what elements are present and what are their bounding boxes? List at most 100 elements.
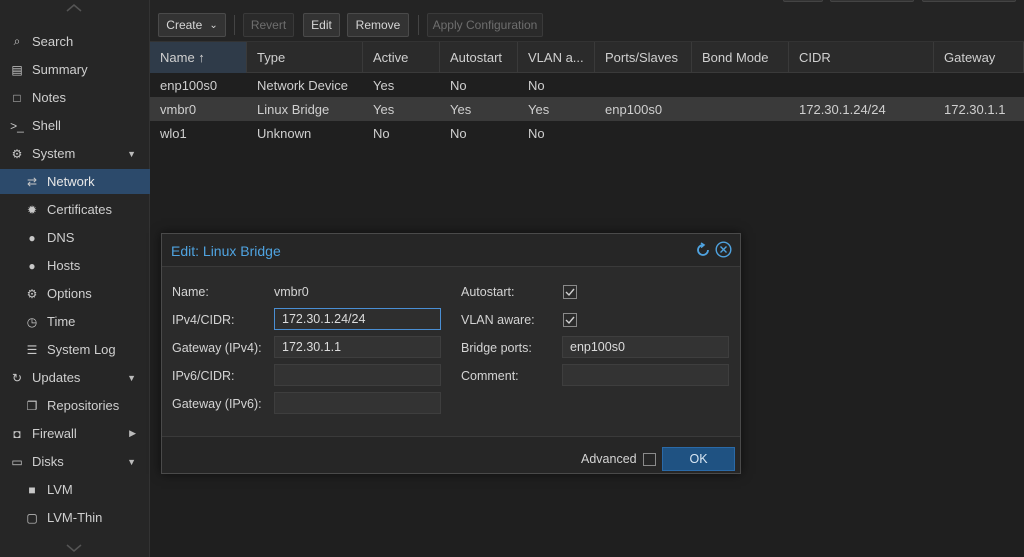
column-header[interactable]: Ports/Slaves <box>595 42 692 73</box>
ipv6-cidr-input[interactable] <box>274 364 441 386</box>
ok-label: OK <box>689 452 708 466</box>
vlan-aware-checkbox[interactable] <box>563 313 577 327</box>
column-header[interactable]: Type <box>247 42 363 73</box>
exchange-icon: ⇄ <box>26 174 38 189</box>
sidebar-item-updates[interactable]: ↻ Updates ▼ <box>0 365 150 390</box>
table-cell <box>934 73 1024 97</box>
sidebar-item-firewall[interactable]: ◘ Firewall ▶ <box>0 421 150 446</box>
chevron-down-icon[interactable]: ▼ <box>127 457 136 467</box>
list-icon: ☰ <box>26 342 38 357</box>
gear-icon: ⚙ <box>26 286 38 301</box>
revert-label: Revert <box>250 18 287 32</box>
top-button-stub[interactable] <box>783 0 823 2</box>
comment-input[interactable] <box>562 364 729 386</box>
table-cell: vmbr0 <box>160 101 197 117</box>
autostart-checkbox[interactable] <box>563 285 577 299</box>
table-cell <box>934 121 1024 145</box>
sidebar-item-network[interactable]: ⇄ Network <box>0 169 150 194</box>
sidebar-item-label: Repositories <box>47 398 120 413</box>
sidebar-item-shell[interactable]: >_ Shell <box>0 113 150 138</box>
ipv6-label: IPv6/CIDR: <box>172 369 235 383</box>
remove-button[interactable]: Remove <box>347 13 409 37</box>
vlan-aware-label: VLAN aware: <box>461 313 535 327</box>
sidebar-item-search[interactable]: ⌕ Search <box>0 29 150 54</box>
chevron-down-icon: ⌄ <box>209 19 218 31</box>
column-header[interactable]: Bond Mode <box>692 42 789 73</box>
clock-icon: ◷ <box>26 314 38 329</box>
scroll-down-icon[interactable] <box>64 542 84 554</box>
reset-icon[interactable] <box>695 242 711 258</box>
create-button[interactable]: Create ⌄ <box>158 13 226 37</box>
sidebar-item-label: Firewall <box>32 426 77 441</box>
sidebar: ⌕ Search ▤ Summary □ Notes >_ Shell ⚙ System ▼ ⇄ Net… <box>0 0 150 557</box>
table-cell: Yes <box>373 77 395 93</box>
sidebar-item-lvm[interactable]: ■ LVM <box>0 477 150 502</box>
table-cell <box>789 121 934 145</box>
table-row[interactable]: wlo1 Unknown No No No <box>150 121 1024 145</box>
column-header[interactable]: VLAN a... <box>518 42 595 73</box>
ipv4-label: IPv4/CIDR: <box>172 313 235 327</box>
sidebar-item-hosts[interactable]: ● Hosts <box>0 253 150 278</box>
name-value: vmbr0 <box>274 285 309 299</box>
sidebar-item-certificates[interactable]: ✹ Certificates <box>0 197 150 222</box>
sidebar-item-label: DNS <box>47 230 75 245</box>
column-header[interactable]: Gateway <box>934 42 1024 73</box>
column-header[interactable]: CIDR <box>789 42 934 73</box>
gateway-ipv4-input[interactable] <box>274 336 441 358</box>
chevron-down-icon[interactable]: ▼ <box>127 373 136 383</box>
advanced-checkbox[interactable] <box>643 453 656 466</box>
sidebar-item-disks[interactable]: ▭ Disks ▼ <box>0 449 150 474</box>
scroll-up-icon[interactable] <box>64 2 84 14</box>
table-cell: No <box>528 125 545 141</box>
top-button-stub[interactable] <box>830 0 914 2</box>
revert-button[interactable]: Revert <box>243 13 294 37</box>
toolbar-separator <box>234 15 235 35</box>
gateway-ipv6-input[interactable] <box>274 392 441 414</box>
sidebar-item-label: LVM-Thin <box>47 510 103 525</box>
chevron-down-icon[interactable]: ▼ <box>127 149 136 159</box>
table-cell: Yes <box>373 101 395 117</box>
table-row[interactable]: vmbr0 Linux Bridge Yes Yes Yes enp100s0 172.30… <box>150 97 1024 121</box>
ok-button[interactable]: OK <box>662 447 735 471</box>
close-icon[interactable] <box>715 241 732 258</box>
column-header[interactable]: Active <box>363 42 440 73</box>
toolbar: Create ⌄ Revert Edit Remove Apply Config… <box>150 0 1024 42</box>
certificate-icon: ✹ <box>26 202 38 217</box>
advanced-label: Advanced <box>581 452 637 466</box>
toolbar-separator <box>418 15 419 35</box>
sidebar-item-summary[interactable]: ▤ Summary <box>0 57 150 82</box>
sidebar-item-dns[interactable]: ● DNS <box>0 225 150 250</box>
sidebar-item-lvm-thin[interactable]: ▢ LVM-Thin <box>0 505 150 530</box>
sidebar-item-time[interactable]: ◷ Time <box>0 309 150 334</box>
table-cell: enp100s0 <box>605 101 663 117</box>
ipv4-cidr-input[interactable] <box>274 308 441 330</box>
table-row[interactable]: enp100s0 Network Device Yes No No <box>150 73 1024 97</box>
table-cell <box>692 121 789 145</box>
sidebar-item-label: Search <box>32 34 74 49</box>
bridge-ports-input[interactable] <box>562 336 729 358</box>
comment-label: Comment: <box>461 369 519 383</box>
sidebar-item-system-log[interactable]: ☰ System Log <box>0 337 150 362</box>
dialog-header: Edit: Linux Bridge <box>162 234 740 266</box>
sidebar-item-label: Shell <box>32 118 61 133</box>
top-button-stub[interactable] <box>922 0 1016 2</box>
apply-configuration-button[interactable]: Apply Configuration <box>427 13 543 37</box>
grid-header: Name ↑ Type Active Autostart VLAN a... Ports/… <box>150 42 1024 73</box>
apply-label: Apply Configuration <box>432 18 538 32</box>
column-header[interactable]: Autostart <box>440 42 518 73</box>
sidebar-item-system[interactable]: ⚙ System ▼ <box>0 141 150 166</box>
table-cell: 172.30.1.24/24 <box>799 101 886 117</box>
autostart-label: Autostart: <box>461 285 515 299</box>
globe-icon: ● <box>28 230 36 245</box>
sidebar-item-options[interactable]: ⚙ Options <box>0 281 150 306</box>
column-header[interactable]: Name ↑ <box>150 42 247 73</box>
table-cell <box>789 73 934 97</box>
sidebar-item-notes[interactable]: □ Notes <box>0 85 150 110</box>
table-cell <box>692 97 789 121</box>
globe-icon: ● <box>28 258 36 273</box>
gears-icon: ⚙ <box>11 146 23 161</box>
chevron-right-icon[interactable]: ▶ <box>129 428 136 439</box>
sidebar-item-repositories[interactable]: ❐ Repositories <box>0 393 150 418</box>
square-icon: ■ <box>28 482 36 497</box>
edit-button[interactable]: Edit <box>303 13 340 37</box>
